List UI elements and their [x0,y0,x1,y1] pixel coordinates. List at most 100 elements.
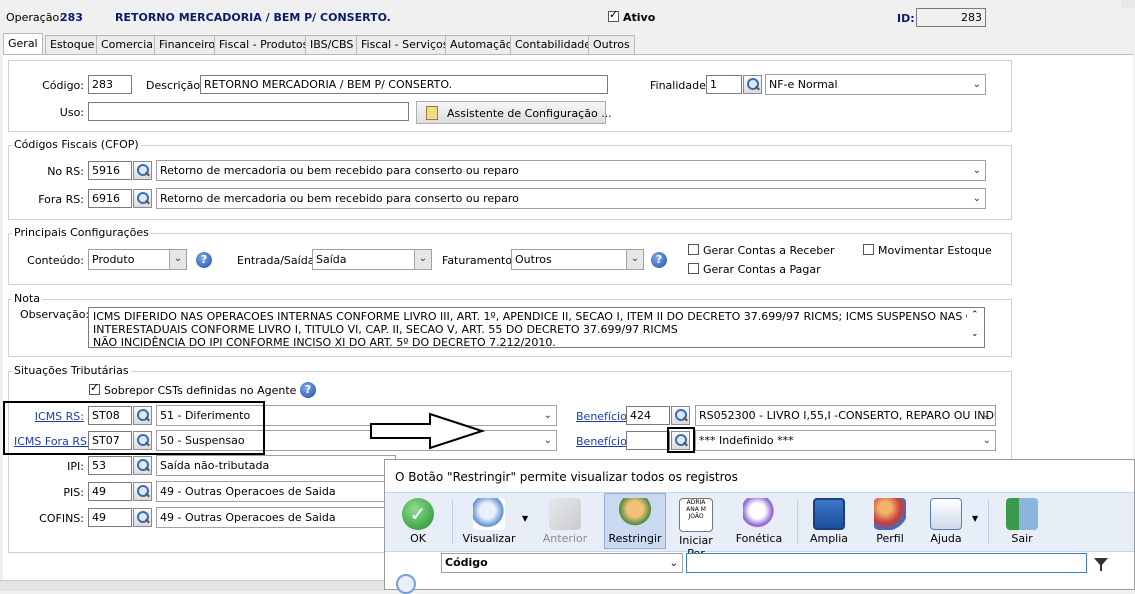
beneficio-2-select-value: *** Indefinido *** [699,434,794,447]
ipi-select[interactable]: Saída não-tributada [156,455,396,476]
faturamento-label: Faturamento: [442,254,516,267]
fora-rs-code-input[interactable]: 6916 [88,189,132,208]
beneficio-link-1[interactable]: Benefício: [576,410,631,423]
gerar-pagar-checkbox[interactable] [688,263,699,274]
cofins-search-icon[interactable] [133,508,152,527]
sair-button[interactable]: Sair [1006,494,1038,548]
tab-fiscal-produtos[interactable]: Fiscal - Produtos [214,35,314,54]
ativo-label: Ativo [623,11,656,24]
tab-fiscal-servicos[interactable]: Fiscal - Serviços [356,35,454,54]
gerar-receber-checkbox[interactable] [688,244,699,255]
entrada-saida-select-value: Saída [316,253,347,266]
conteudo-label: Conteúdo: [27,254,84,267]
ipi-code-input[interactable]: 53 [88,456,132,475]
fora-rs-search-icon[interactable] [133,189,152,208]
uso-input[interactable] [88,102,409,121]
observacao-line-1: ICMS DIFERIDO NAS OPERACOES INTERNAS CON… [93,310,985,323]
finalidade-code-input[interactable]: 1 [706,75,742,94]
pis-select[interactable]: 49 - Outras Operacoes de Saida [156,481,396,502]
sobrepor-checkbox[interactable] [89,381,100,395]
pis-label: PIS: [63,486,84,499]
finalidade-search-icon[interactable] [743,75,762,94]
codigo-input[interactable]: 283 [88,75,132,94]
faturamento-select[interactable]: Outros ⌄ [511,249,644,270]
operacao-number: 283 [60,11,83,24]
no-rs-select[interactable]: Retorno de mercadoria ou bem recebido pa… [156,160,986,181]
no-rs-code-input[interactable]: 5916 [88,161,132,180]
previous-icon [549,498,581,530]
tab-geral[interactable]: Geral [3,33,43,55]
gerar-receber-label: Gerar Contas a Receber [703,244,835,257]
observacao-scrollbar[interactable]: ⌃ ⌄ [967,308,984,347]
beneficio-1-search-icon[interactable] [671,406,690,425]
fora-rs-select[interactable]: Retorno de mercadoria ou bem recebido pa… [156,188,986,209]
movimentar-estoque-checkbox[interactable] [863,244,874,255]
filter-icon[interactable] [1093,556,1109,572]
cofins-select[interactable]: 49 - Outras Operacoes de Saida [156,507,396,528]
tab-outros[interactable]: Outros [588,35,635,54]
tab-estoque[interactable]: Estoque [45,35,100,54]
anterior-button-label: Anterior [542,532,588,545]
entrada-saida-select[interactable]: Saída ⌄ [312,249,432,270]
ajuda-dropdown-icon[interactable]: ▼ [972,514,978,523]
wand-icon [426,106,438,120]
ativo-checkbox[interactable] [608,8,619,22]
beneficio-2-select[interactable]: *** Indefinido *** ⌄ [695,430,996,451]
chevron-up-icon[interactable]: ⌃ [971,310,979,320]
pis-code-input[interactable]: 49 [88,482,132,501]
toolbar-separator [452,500,453,544]
ajuda-button[interactable]: Ajuda [928,494,964,548]
magnifier-icon [473,498,505,530]
tab-automacao[interactable]: Automação [445,35,518,54]
operacao-label: Operação: [6,11,63,24]
restringir-button[interactable]: Restringir [606,494,664,548]
descricao-label: Descrição: [146,79,204,92]
conteudo-help-icon[interactable]: ? [196,252,212,268]
nota-group-title: Nota [12,292,43,305]
beneficio-1-select[interactable]: RS052300 - LIVRO I,55,I -CONSERTO, REPAR… [695,405,996,426]
no-rs-search-icon[interactable] [133,161,152,180]
popup-field-select[interactable]: Código ⌄ [441,553,683,573]
restringir-button-label: Restringir [608,532,662,545]
pis-search-icon[interactable] [133,482,152,501]
no-rs-label: No RS: [47,165,84,178]
finalidade-select[interactable]: NF-e Normal ⌄ [765,74,986,95]
faturamento-help-icon[interactable]: ? [651,252,667,268]
cofins-code-input[interactable]: 49 [88,508,132,527]
cfop-group-title: Códigos Fiscais (CFOP) [12,138,141,151]
tab-ibs-cbs[interactable]: IBS/CBS [305,35,359,54]
observacao-textarea[interactable]: ICMS DIFERIDO NAS OPERACOES INTERNAS CON… [88,307,985,348]
popup-search-input[interactable] [686,553,1087,573]
fonetica-button[interactable]: Fonética [735,494,783,548]
anterior-button[interactable]: Anterior [542,494,588,548]
assistente-button-label: Assistente de Configuração ... [447,107,612,120]
chevron-down-icon[interactable]: ⌄ [971,329,979,339]
amplia-button[interactable]: Amplia [808,494,850,548]
visualizar-button[interactable]: Visualizar [462,494,516,548]
beneficio-link-2[interactable]: Benefício: [576,435,631,448]
descricao-input[interactable]: RETORNO MERCADORIA / BEM P/ CONSERTO. [200,75,608,94]
movimentar-estoque-label: Movimentar Estoque [878,244,992,257]
assistente-button[interactable]: Assistente de Configuração ... [416,101,612,124]
beneficio-1-code-input[interactable]: 424 [626,406,670,425]
iniciar-por-button[interactable]: ADRIA ANA M JOÃO Iniciar Por [670,494,722,560]
visualizar-button-label: Visualizar [462,532,516,545]
exit-door-icon [1006,498,1038,530]
chevron-down-icon: ⌄ [543,435,552,446]
beneficio-2-search-icon[interactable] [671,431,690,450]
perfil-button[interactable]: Perfil [872,494,908,548]
window-edge [1121,0,1135,8]
highlight-box-icms [3,401,265,455]
conteudo-select[interactable]: Produto ⌄ [88,249,187,270]
status-bar [0,580,385,591]
sobrepor-help-icon[interactable]: ? [300,382,316,398]
chevron-down-icon: ⌄ [414,250,431,269]
tab-financeiro[interactable]: Financeiro [154,35,221,54]
ok-button[interactable]: ✓ OK [398,494,438,548]
beneficio-2-code-input[interactable] [626,431,670,450]
tab-comercial[interactable]: Comercial [96,35,162,54]
sobrepor-label: Sobrepor CSTs definidas no Agente [104,384,297,397]
tab-contabilidade[interactable]: Contabilidade [510,35,597,54]
ipi-search-icon[interactable] [133,456,152,475]
visualizar-dropdown-icon[interactable]: ▼ [522,514,528,523]
